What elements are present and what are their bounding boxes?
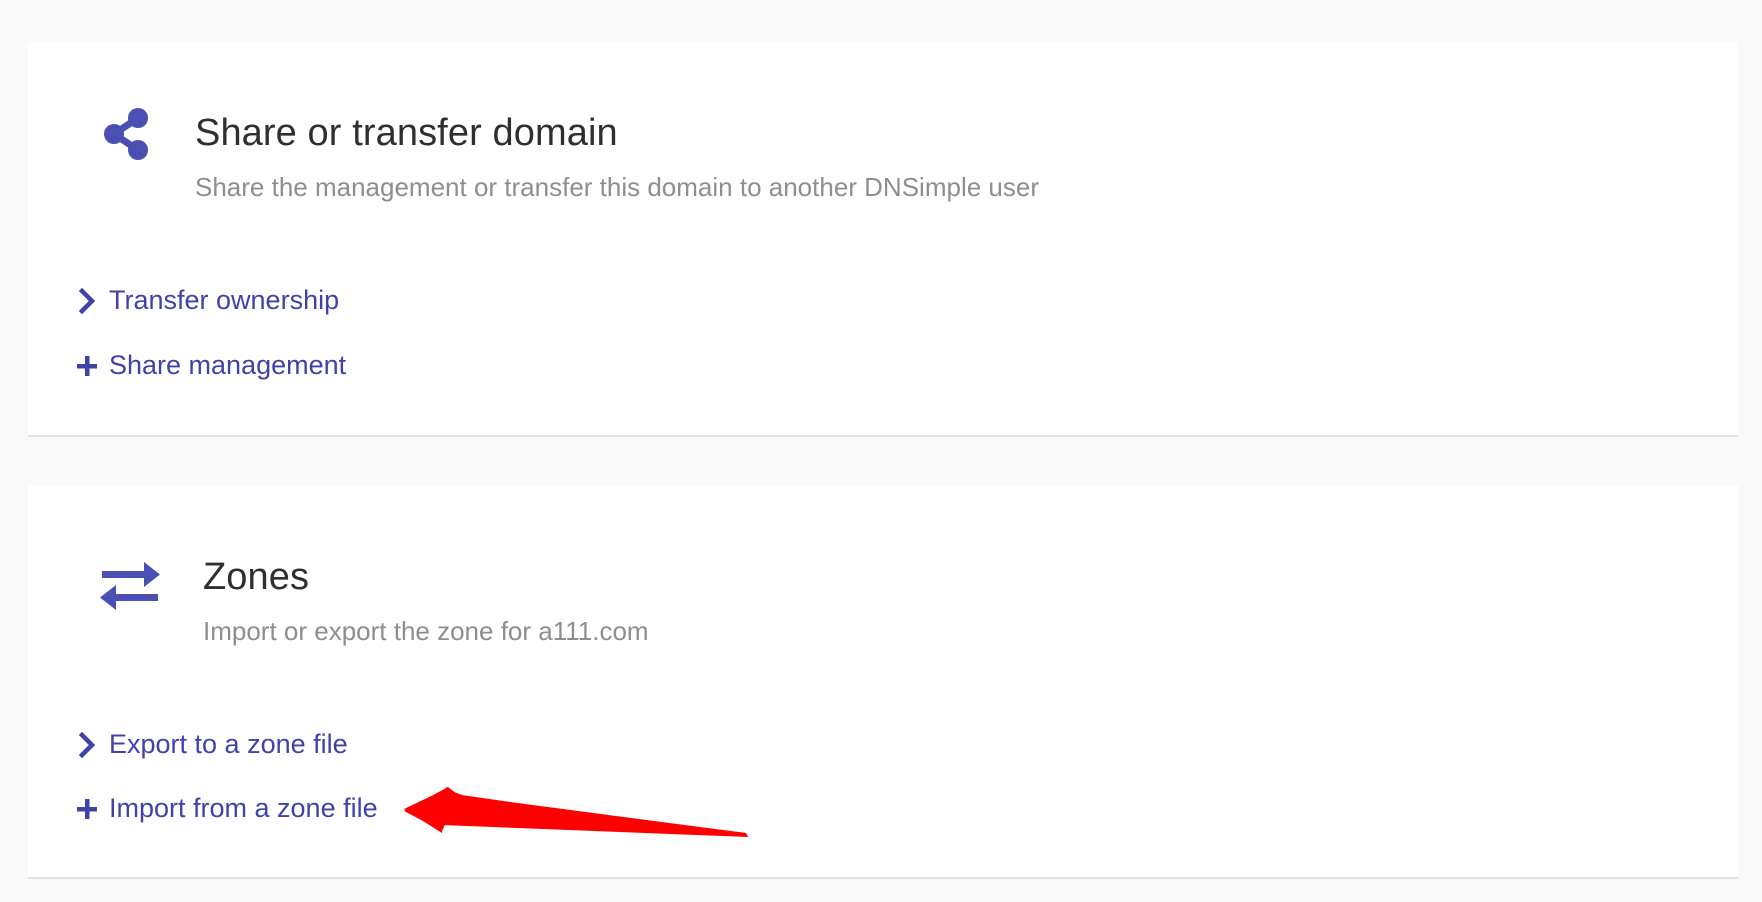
plus-icon [74, 353, 100, 379]
share-icon [98, 106, 158, 166]
export-zone-file-label: Export to a zone file [109, 729, 348, 759]
plus-icon [74, 796, 100, 822]
settings-page: Share or transfer domain Share the manag… [0, 0, 1762, 902]
chevron-right-icon [74, 287, 100, 314]
share-management-link[interactable]: Share management [74, 350, 346, 381]
transfer-ownership-link[interactable]: Transfer ownership [74, 285, 339, 316]
zones-card: Zones Import or export the zone for a111… [28, 485, 1738, 879]
share-management-label: Share management [109, 350, 347, 380]
share-transfer-card: Share or transfer domain Share the manag… [28, 42, 1738, 437]
transfer-ownership-label: Transfer ownership [109, 285, 340, 315]
export-zone-file-link[interactable]: Export to a zone file [74, 729, 348, 760]
share-transfer-description: Share the management or transfer this do… [195, 172, 1039, 202]
import-zone-file-link[interactable]: Import from a zone file [74, 793, 378, 824]
import-zone-file-label: Import from a zone file [109, 793, 378, 823]
chevron-right-icon [74, 731, 100, 758]
share-transfer-title: Share or transfer domain [195, 112, 618, 154]
zones-description: Import or export the zone for a111.com [203, 616, 649, 646]
exchange-arrows-icon [98, 561, 162, 611]
zones-title: Zones [203, 556, 310, 598]
